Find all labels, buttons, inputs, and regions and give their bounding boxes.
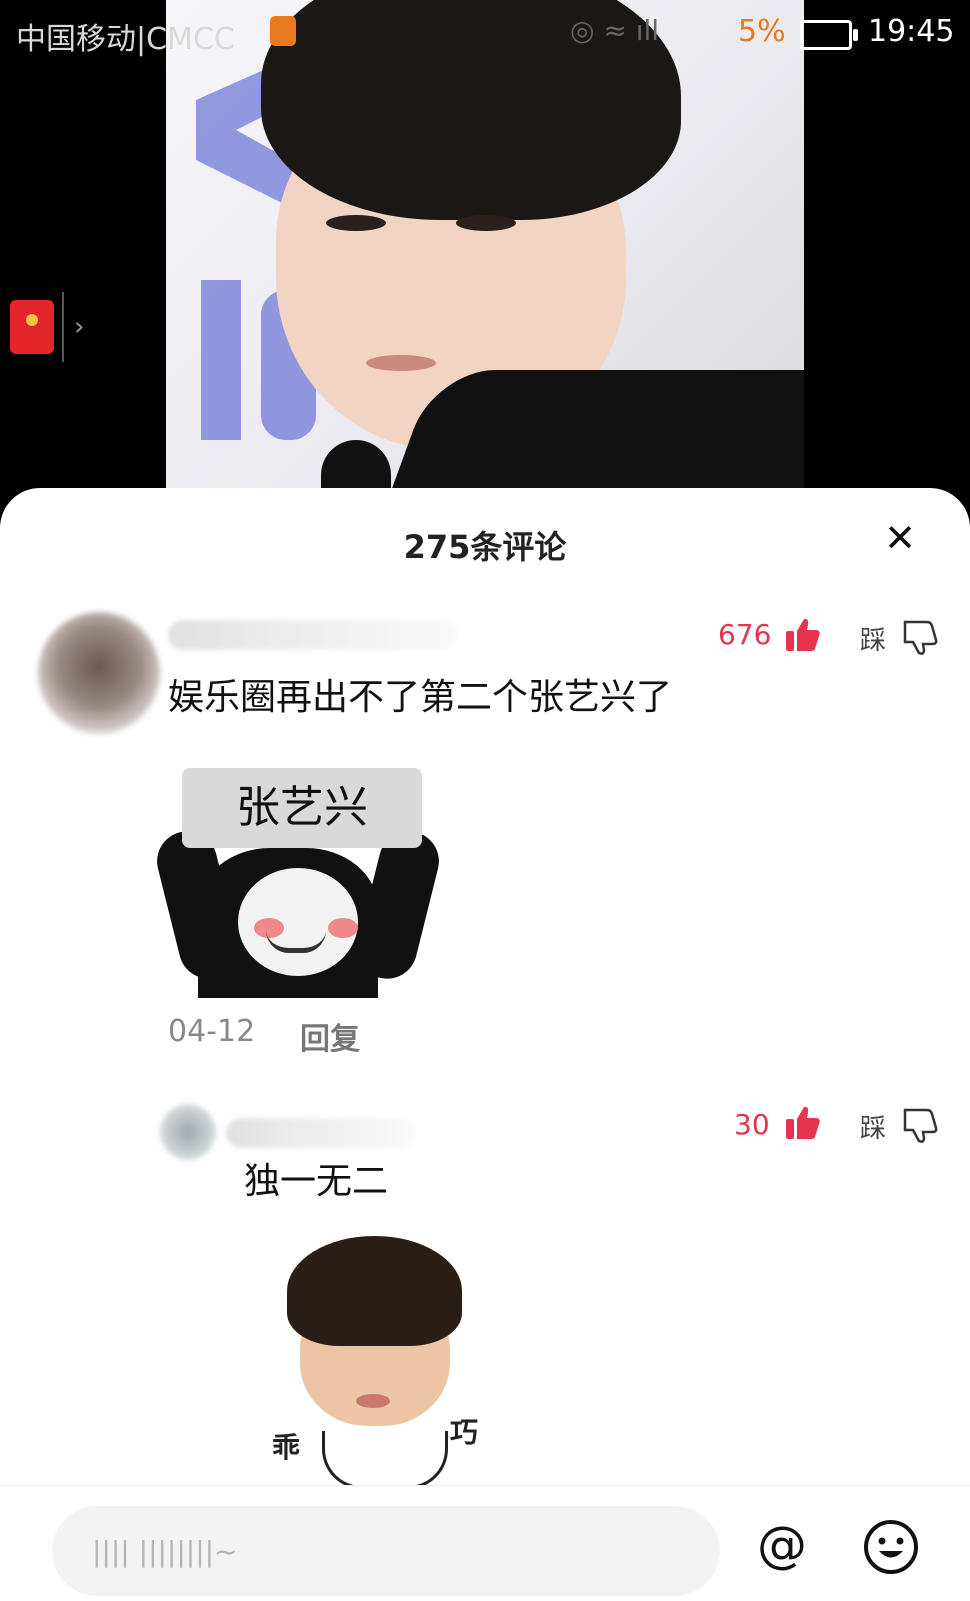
kid-lip xyxy=(356,1394,390,1408)
signal-icon: ◎ ≈ ıll xyxy=(570,14,660,47)
thumbs-down-icon[interactable] xyxy=(902,1106,940,1144)
battery-percent: 5% xyxy=(738,14,786,49)
username[interactable] xyxy=(226,1118,416,1148)
like-count: 30 xyxy=(734,1108,770,1141)
close-icon[interactable]: ✕ xyxy=(880,518,920,558)
kid-hands xyxy=(322,1431,448,1489)
like-count: 676 xyxy=(718,618,772,651)
comments-sheet: 275条评论 ✕ 676 踩 娱乐圈再出不了第二个张艺兴了 张艺兴 04-12 … xyxy=(0,488,970,1600)
eye-left xyxy=(326,215,386,231)
battery-icon xyxy=(800,20,858,50)
sticker-sign: 张艺兴 xyxy=(182,768,422,848)
red-packet-icon[interactable] xyxy=(10,300,54,354)
sticker-label-left: 乖 xyxy=(272,1431,301,1464)
avatar[interactable] xyxy=(38,612,160,734)
sim-icon xyxy=(270,16,296,46)
thumbs-up-icon[interactable] xyxy=(784,1104,822,1142)
mouth xyxy=(366,355,436,371)
at-icon[interactable]: @ xyxy=(752,1516,812,1576)
comment-text: 娱乐圈再出不了第二个张艺兴了 xyxy=(168,677,673,718)
comment-text: 独一无二 xyxy=(244,1161,389,1202)
dislike-label: 踩 xyxy=(860,626,887,656)
reply-button[interactable]: 回复 xyxy=(300,1014,360,1058)
sticker-label-right: 巧 xyxy=(450,1416,479,1449)
status-bar: 中国移动|CMCC ◎ ≈ ıll 5% 19:45 xyxy=(0,0,970,66)
avatar[interactable] xyxy=(160,1104,216,1160)
panda-cheek-right xyxy=(328,918,358,938)
comment-sticker[interactable]: 乖 巧 xyxy=(272,1236,502,1489)
kid-hair xyxy=(287,1236,462,1346)
emoji-icon[interactable] xyxy=(862,1518,920,1576)
side-divider xyxy=(62,292,64,362)
comment-input-bar: @ xyxy=(0,1485,970,1601)
comment-date: 04-12 xyxy=(168,1014,256,1049)
thumbs-down-icon[interactable] xyxy=(902,618,940,656)
chevron-right-icon[interactable]: › xyxy=(74,312,84,342)
comments-count-title: 275条评论 xyxy=(403,528,567,566)
carrier-label: 中国移动|CMCC xyxy=(16,22,235,57)
clock: 19:45 xyxy=(868,14,955,49)
dislike-label: 踩 xyxy=(860,1114,887,1144)
username[interactable] xyxy=(168,620,458,650)
thumbs-up-icon[interactable] xyxy=(784,616,822,654)
eye-right xyxy=(456,215,516,231)
comment-input[interactable] xyxy=(52,1506,720,1596)
comment-sticker[interactable]: 张艺兴 xyxy=(150,768,446,998)
video-player[interactable] xyxy=(166,0,804,488)
